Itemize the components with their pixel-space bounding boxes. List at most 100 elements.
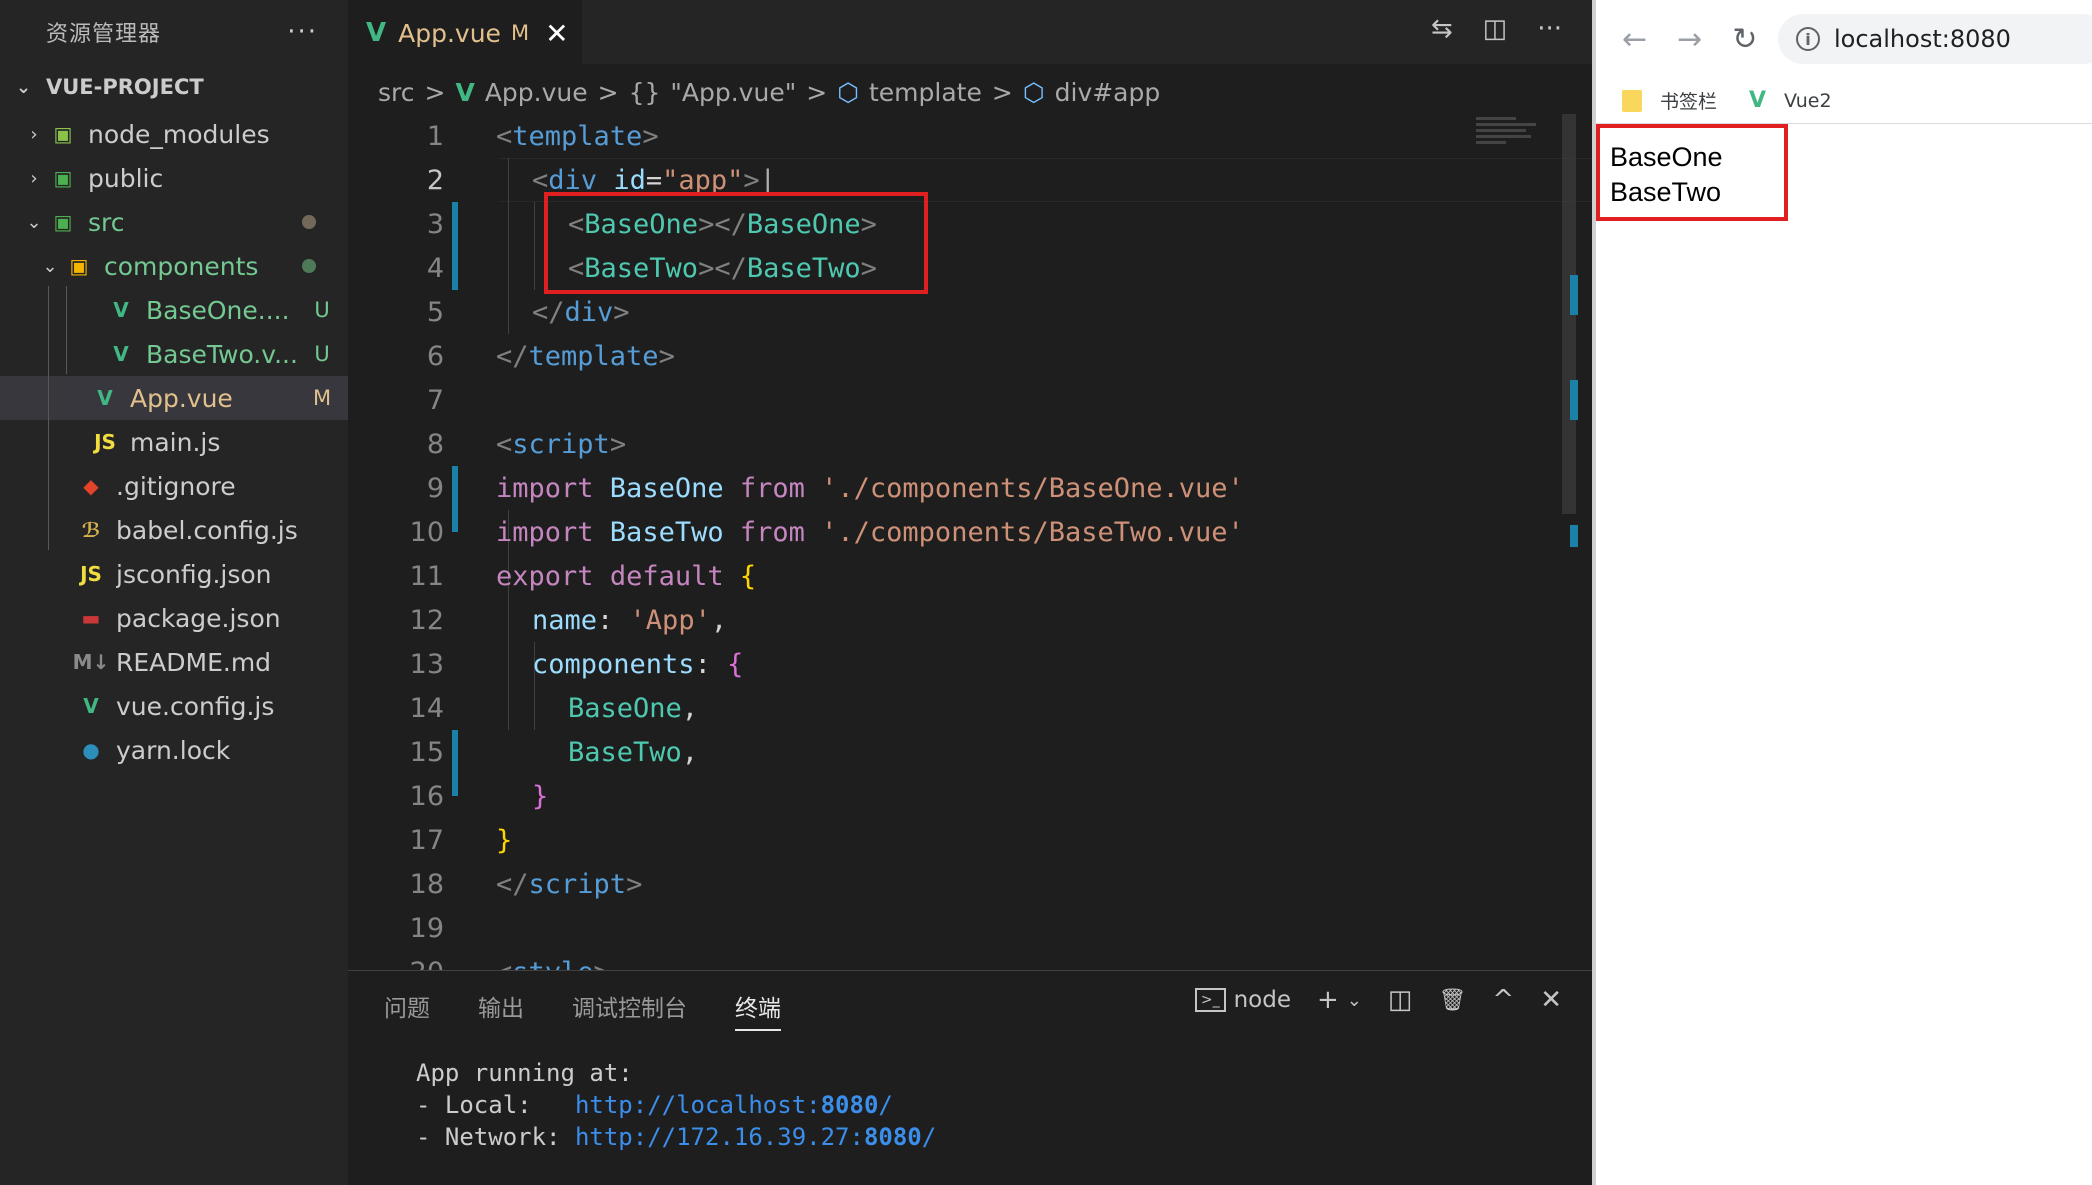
compare-changes-icon[interactable]: ⇆ bbox=[1431, 14, 1453, 44]
tree-item-babel-config-js[interactable]: ℬbabel.config.js bbox=[0, 508, 348, 552]
chevron-right-icon: › bbox=[30, 123, 38, 145]
git-status-badge: M bbox=[312, 386, 332, 410]
tab-app-vue[interactable]: V App.vue M ✕ bbox=[348, 0, 582, 64]
local-port[interactable]: 8080 bbox=[821, 1091, 879, 1119]
minimap[interactable] bbox=[1476, 114, 1556, 174]
maximize-panel-icon[interactable]: ^ bbox=[1492, 985, 1514, 1015]
tree-item-readme-md[interactable]: M↓ README.md bbox=[0, 640, 348, 684]
git-status-badge: U bbox=[314, 298, 330, 322]
code-editor[interactable]: 1234567891011121314151617181920 <templat… bbox=[348, 114, 1592, 970]
code-text: </template> bbox=[496, 340, 675, 372]
vue-logo-icon: V bbox=[1749, 88, 1767, 113]
code-line: export default { bbox=[348, 554, 1568, 598]
tree-item-app-vue[interactable]: V App.vue M bbox=[0, 376, 348, 420]
explorer-header: 资源管理器 ··· bbox=[0, 0, 348, 64]
bookmark-folder-label[interactable]: 书签栏 bbox=[1660, 87, 1717, 114]
line-number-row: 7 bbox=[348, 378, 1568, 422]
breadcrumb-src[interactable]: src bbox=[378, 78, 415, 107]
tree-item-gitignore[interactable]: ◆ .gitignore bbox=[0, 464, 348, 508]
browser-window: ← → ↻ i localhost:8080 书签栏 V Vue2 BaseOn… bbox=[1592, 0, 2092, 1185]
terminal-selector[interactable]: >_ node bbox=[1194, 987, 1291, 1013]
breadcrumb-component[interactable]: "App.vue" bbox=[670, 78, 796, 107]
tree-item-yarn-lock[interactable]: ● yarn.lock bbox=[0, 728, 348, 772]
local-url-end[interactable]: / bbox=[878, 1091, 892, 1119]
network-url-end[interactable]: / bbox=[922, 1123, 936, 1151]
code-line: BaseOne, bbox=[348, 686, 1568, 730]
trash-icon[interactable]: 🗑 bbox=[1438, 988, 1466, 1013]
tree-item-label: components bbox=[104, 251, 259, 281]
info-icon[interactable]: i bbox=[1796, 27, 1820, 51]
more-icon[interactable]: ··· bbox=[287, 17, 318, 47]
breadcrumb-file[interactable]: App.vue bbox=[485, 78, 588, 107]
tree-item-label: vue.config.js bbox=[116, 691, 275, 721]
folder-node-icon: ▣ bbox=[53, 122, 73, 146]
tab-output[interactable]: 输出 bbox=[478, 989, 524, 1031]
tree-item-components[interactable]: ⌄ ▣ components bbox=[0, 244, 348, 288]
tree-item-label: node_modules bbox=[88, 119, 270, 149]
line-number: 19 bbox=[409, 912, 444, 944]
indent-guide bbox=[66, 286, 67, 374]
close-icon[interactable]: ✕ bbox=[545, 17, 568, 50]
tree-item-label: jsconfig.json bbox=[116, 559, 272, 589]
terminal-output[interactable]: App running at: - Local: http://localhos… bbox=[416, 1057, 936, 1153]
panel-actions: >_ node + ⌄ ◫ 🗑 ^ ✕ bbox=[1194, 985, 1562, 1015]
tab-problems[interactable]: 问题 bbox=[384, 989, 430, 1031]
split-terminal-icon[interactable]: ◫ bbox=[1388, 985, 1413, 1015]
code-line: } bbox=[348, 818, 1568, 862]
bookmark-vue2[interactable]: Vue2 bbox=[1784, 90, 1832, 112]
code-text: name: 'App', bbox=[532, 604, 728, 636]
code-text: BaseOne, bbox=[568, 692, 699, 724]
code-text: </div> bbox=[532, 296, 630, 328]
code-line: } bbox=[348, 774, 1568, 818]
project-root[interactable]: ⌄ VUE-PROJECT bbox=[0, 64, 348, 110]
breadcrumb-template[interactable]: template bbox=[869, 78, 982, 107]
tree-item-node-modules[interactable]: › ▣ node_modules bbox=[0, 112, 348, 156]
git-status-dot bbox=[302, 215, 316, 229]
bookmarks-bar: 书签栏 V Vue2 bbox=[1596, 78, 2092, 124]
vue-file-icon: V bbox=[113, 342, 129, 366]
editor-actions: ⇆ ◫ ··· bbox=[1431, 14, 1562, 44]
network-url[interactable]: http://172.16.39.27: bbox=[575, 1123, 864, 1151]
chevron-down-icon: ⌄ bbox=[16, 76, 32, 98]
tree-item-main-js[interactable]: JS main.js bbox=[0, 420, 348, 464]
folder-public-icon: ▣ bbox=[53, 166, 73, 190]
tree-item-label: README.md bbox=[116, 647, 272, 677]
reload-icon[interactable]: ↻ bbox=[1732, 22, 1757, 57]
code-text: } bbox=[496, 824, 513, 856]
split-editor-icon[interactable]: ◫ bbox=[1483, 14, 1508, 44]
network-port[interactable]: 8080 bbox=[864, 1123, 922, 1151]
address-bar[interactable]: i localhost:8080 bbox=[1778, 14, 2092, 64]
tree-item-vue-config-js[interactable]: Vvue.config.js bbox=[0, 684, 348, 728]
code-text: <div id="app">| bbox=[532, 164, 776, 196]
code-line: </script> bbox=[348, 862, 1568, 906]
close-icon[interactable]: ✕ bbox=[1540, 985, 1562, 1015]
yarn-icon: ● bbox=[82, 738, 100, 762]
vue-file-icon: V bbox=[455, 77, 475, 107]
js-file-icon: JS bbox=[94, 430, 116, 454]
tab-terminal[interactable]: 终端 bbox=[735, 989, 781, 1031]
tree-item-baseone[interactable]: V BaseOne.... U bbox=[0, 288, 348, 332]
chevron-down-icon[interactable]: ⌄ bbox=[1347, 990, 1362, 1011]
code-line: <style> bbox=[348, 950, 1568, 971]
code-line: <div id="app">| bbox=[348, 158, 1568, 202]
local-url[interactable]: http://localhost: bbox=[575, 1091, 821, 1119]
tree-item-src[interactable]: ⌄ ▣ src bbox=[0, 200, 348, 244]
folder-src-icon: ▣ bbox=[53, 210, 73, 234]
vue-file-icon: V bbox=[97, 386, 113, 410]
more-actions-icon[interactable]: ··· bbox=[1537, 14, 1562, 44]
tree-item-label: src bbox=[88, 207, 125, 237]
overview-ruler-mark bbox=[1570, 380, 1578, 420]
code-text: <style> bbox=[496, 957, 610, 971]
back-icon[interactable]: ← bbox=[1622, 22, 1647, 57]
breadcrumb: src > V App.vue > {} "App.vue" > ⬡ templ… bbox=[348, 70, 1160, 114]
tree-item-basetwo-v[interactable]: V BaseTwo.v... U bbox=[0, 332, 348, 376]
add-terminal-icon[interactable]: + bbox=[1317, 985, 1339, 1015]
tree-item-package-json[interactable]: ▬ package.json bbox=[0, 596, 348, 640]
tree-item-label: App.vue bbox=[130, 383, 233, 413]
tab-debug-console[interactable]: 调试控制台 bbox=[572, 989, 687, 1031]
breadcrumb-div[interactable]: div#app bbox=[1055, 78, 1161, 107]
tree-item-public[interactable]: › ▣ public bbox=[0, 156, 348, 200]
forward-icon[interactable]: → bbox=[1677, 22, 1702, 57]
tree-item-jsconfig-json[interactable]: JS jsconfig.json bbox=[0, 552, 348, 596]
chevron-down-icon: ⌄ bbox=[42, 255, 58, 277]
